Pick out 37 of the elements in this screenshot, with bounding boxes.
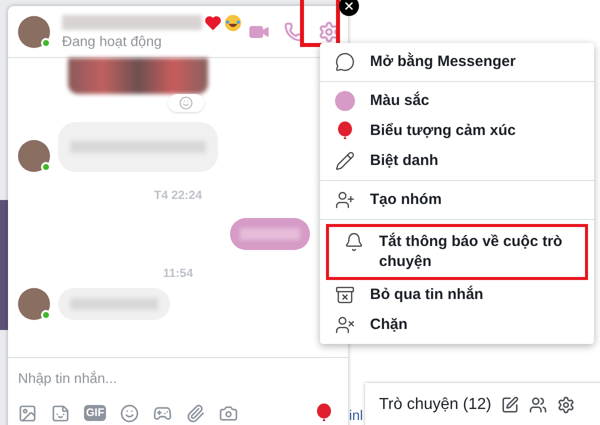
bell-icon — [344, 232, 364, 252]
sticker-icon[interactable] — [51, 404, 70, 422]
person-block-icon — [335, 315, 355, 335]
pencil-icon — [335, 151, 355, 171]
balloon-icon — [337, 121, 353, 141]
avatar — [18, 140, 50, 172]
avatar — [18, 16, 50, 48]
balloon-icon — [316, 403, 332, 423]
chat-bubble-icon — [335, 52, 355, 72]
menu-item[interactable]: Tạo nhóm — [320, 185, 594, 215]
compose-icon[interactable] — [501, 396, 520, 414]
emoji-icon[interactable] — [120, 404, 140, 422]
menu-item[interactable]: Màu sắc — [320, 86, 594, 116]
menu-item[interactable]: Chặn — [320, 310, 594, 340]
photo-icon[interactable] — [18, 404, 37, 422]
laughing-face-icon — [224, 14, 242, 32]
paperclip-icon[interactable] — [186, 404, 206, 422]
close-icon — [343, 0, 355, 12]
timestamp: T4 22:24 — [154, 187, 202, 204]
page-text: inl — [349, 406, 364, 425]
menu-item[interactable]: Biệt danh — [320, 146, 594, 176]
menu-item[interactable]: Mở bằng Messenger — [320, 47, 594, 77]
status-text: Đang hoạt động — [62, 32, 163, 50]
heart-icon — [204, 14, 222, 30]
person-plus-icon — [335, 190, 355, 210]
menu-item[interactable]: Tắt thông báo về cuộc trò chuyện — [326, 224, 588, 280]
menu-item[interactable]: Bỏ qua tin nhắn — [320, 280, 594, 310]
reaction-icon[interactable] — [179, 96, 193, 110]
settings-icon[interactable] — [557, 396, 576, 414]
menu-item[interactable]: Biểu tượng cảm xúc — [320, 116, 594, 146]
chat-bar-title[interactable]: Trò chuyện (12) — [379, 393, 492, 417]
people-icon[interactable] — [529, 396, 548, 414]
timestamp: 11:54 — [162, 265, 194, 282]
avatar — [18, 288, 50, 320]
message-input[interactable]: Nhập tin nhắn... — [18, 368, 308, 389]
camera-icon[interactable] — [219, 404, 238, 422]
box-x-icon — [335, 285, 355, 305]
